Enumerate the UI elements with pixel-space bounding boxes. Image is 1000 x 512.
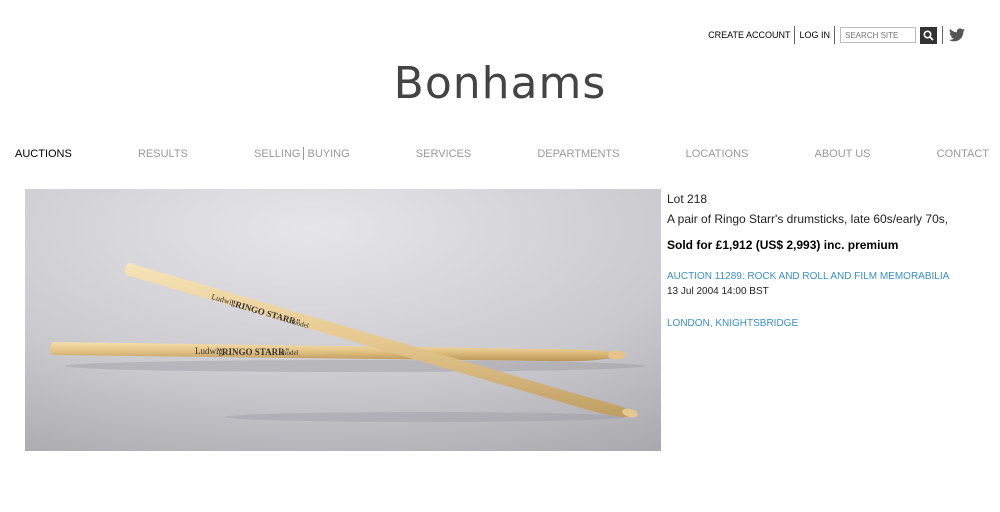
nav-departments[interactable]: DEPARTMENTS <box>537 148 619 160</box>
log-in-link[interactable]: LOG IN <box>795 27 834 43</box>
search-input[interactable] <box>840 27 916 43</box>
nav-buying[interactable]: BUYING <box>307 148 349 160</box>
utility-divider <box>942 26 943 44</box>
search-button[interactable] <box>920 26 937 44</box>
lot-title: A pair of Ringo Starr's drumsticks, late… <box>667 212 949 226</box>
utility-divider <box>834 26 835 44</box>
nav-auctions[interactable]: AUCTIONS <box>15 148 72 160</box>
nav-divider <box>303 147 305 160</box>
drumsticks-image: Ludwig "RINGO STARR" model Ludwig "RINGO… <box>25 189 661 451</box>
location-link[interactable]: LONDON, KNIGHTSBRIDGE <box>667 318 987 329</box>
auction-link[interactable]: AUCTION 11289: ROCK AND ROLL AND FILM ME… <box>667 271 987 282</box>
nav-results[interactable]: RESULTS <box>138 148 188 160</box>
main-nav: AUCTIONS RESULTS SELLING BUYING SERVICES… <box>15 147 989 160</box>
create-account-link[interactable]: CREATE ACCOUNT <box>704 27 794 43</box>
stick-label-text: "RINGO STARR" <box>217 347 290 357</box>
utility-bar: CREATE ACCOUNT LOG IN <box>704 25 965 45</box>
auction-date: 13 Jul 2004 14:00 BST <box>667 286 769 297</box>
nav-selling[interactable]: SELLING <box>254 148 300 160</box>
stick-model-text: model <box>281 349 299 357</box>
lot-photo[interactable]: Ludwig "RINGO STARR" model Ludwig "RINGO… <box>25 189 661 451</box>
nav-services[interactable]: SERVICES <box>416 148 471 160</box>
nav-contact[interactable]: CONTACT <box>937 148 989 160</box>
lot-details: Lot 218 A pair of Ringo Starr's drumstic… <box>667 192 987 329</box>
twitter-icon <box>949 28 965 42</box>
nav-selling-buying: SELLING BUYING <box>254 147 350 160</box>
search-icon <box>923 29 934 41</box>
nav-locations[interactable]: LOCATIONS <box>686 148 749 160</box>
lot-number: Lot 218 <box>667 192 708 206</box>
sold-price: Sold for £1,912 (US$ 2,993) inc. premium <box>667 238 899 252</box>
nav-about-us[interactable]: ABOUT US <box>814 148 870 160</box>
twitter-link[interactable] <box>949 28 965 42</box>
bonhams-logo[interactable]: Bonhams <box>0 58 1000 109</box>
